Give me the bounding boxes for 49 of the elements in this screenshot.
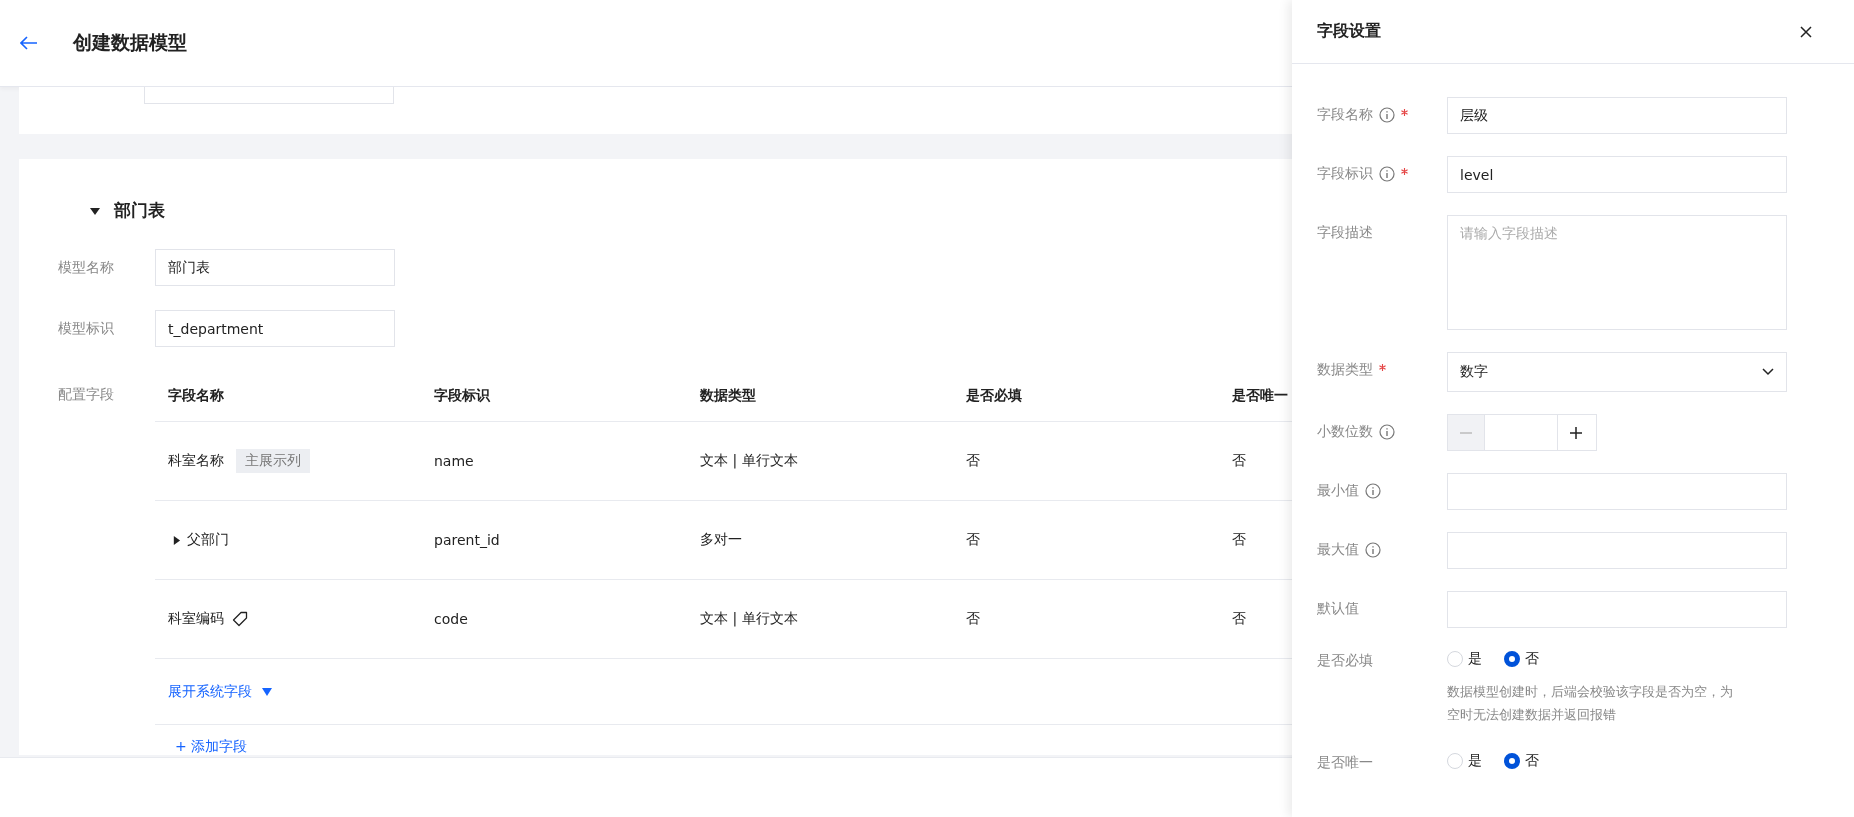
field-label: 是否唯一 xyxy=(1317,754,1373,772)
table-cell: 否 xyxy=(966,452,980,470)
table-cell: code xyxy=(434,611,468,627)
table-cell: 否 xyxy=(1232,531,1246,549)
table-cell: 否 xyxy=(1232,610,1246,628)
table-cell: parent_id xyxy=(434,532,500,548)
input-field[interactable]: level xyxy=(1447,156,1787,193)
column-header: 是否唯一 xyxy=(1232,387,1288,405)
input-field[interactable]: 层级 xyxy=(1447,97,1787,134)
table-cell: 否 xyxy=(966,610,980,628)
expand-system-fields-link[interactable]: 展开系统字段 xyxy=(168,682,252,701)
table-cell: 否 xyxy=(966,531,980,549)
panel-title: 字段设置 xyxy=(1317,21,1381,42)
field-name: 科室编码 xyxy=(168,610,224,628)
field-label: 字段名称 xyxy=(1317,106,1373,124)
field-label: 字段描述 xyxy=(1317,224,1373,242)
table-cell: 多对一 xyxy=(700,531,742,549)
table-cell: name xyxy=(434,453,474,469)
field-label: 最大值 xyxy=(1317,541,1359,559)
primary-column-badge: 主展示列 xyxy=(236,449,310,473)
input-field[interactable]: t_department xyxy=(155,310,395,347)
field-label: 小数位数 xyxy=(1317,423,1373,441)
table-cell: 否 xyxy=(1232,452,1246,470)
field-label: 字段标识 xyxy=(1317,165,1373,183)
column-header: 数据类型 xyxy=(700,387,756,405)
field-name: 科室名称 xyxy=(168,452,224,470)
field-name: 父部门 xyxy=(187,531,229,549)
field-label: 最小值 xyxy=(1317,482,1359,500)
column-header: 字段名称 xyxy=(168,387,224,405)
radio-option[interactable]: 是 xyxy=(1447,752,1482,770)
table-cell: 文本 | 单行文本 xyxy=(700,452,798,470)
field-label: 数据类型 xyxy=(1317,361,1373,379)
input-field[interactable]: 部门表 xyxy=(155,249,395,286)
table-cell: 文本 | 单行文本 xyxy=(700,610,798,628)
radio-option[interactable]: 否 xyxy=(1504,650,1539,668)
field-label: 模型名称 xyxy=(58,258,115,277)
data-type-dropdown[interactable]: 数字 xyxy=(1447,352,1787,392)
radio-option[interactable]: 是 xyxy=(1447,650,1482,668)
column-header: 是否必填 xyxy=(966,387,1022,405)
field-label: 配置字段 xyxy=(58,385,115,404)
field-label: 是否必填 xyxy=(1317,652,1373,670)
field-label: 默认值 xyxy=(1317,600,1359,618)
section-title: 部门表 xyxy=(114,199,165,222)
column-header: 字段标识 xyxy=(434,387,490,405)
field-label: 模型标识 xyxy=(58,319,115,338)
radio-option[interactable]: 否 xyxy=(1504,752,1539,770)
page-title: 创建数据模型 xyxy=(73,30,187,55)
add-field-link[interactable]: + 添加字段 xyxy=(175,738,248,754)
help-text: 数据模型创建时，后端会校验该字段是否为空，为空时无法创建数据并返回报错 xyxy=(1447,683,1734,724)
